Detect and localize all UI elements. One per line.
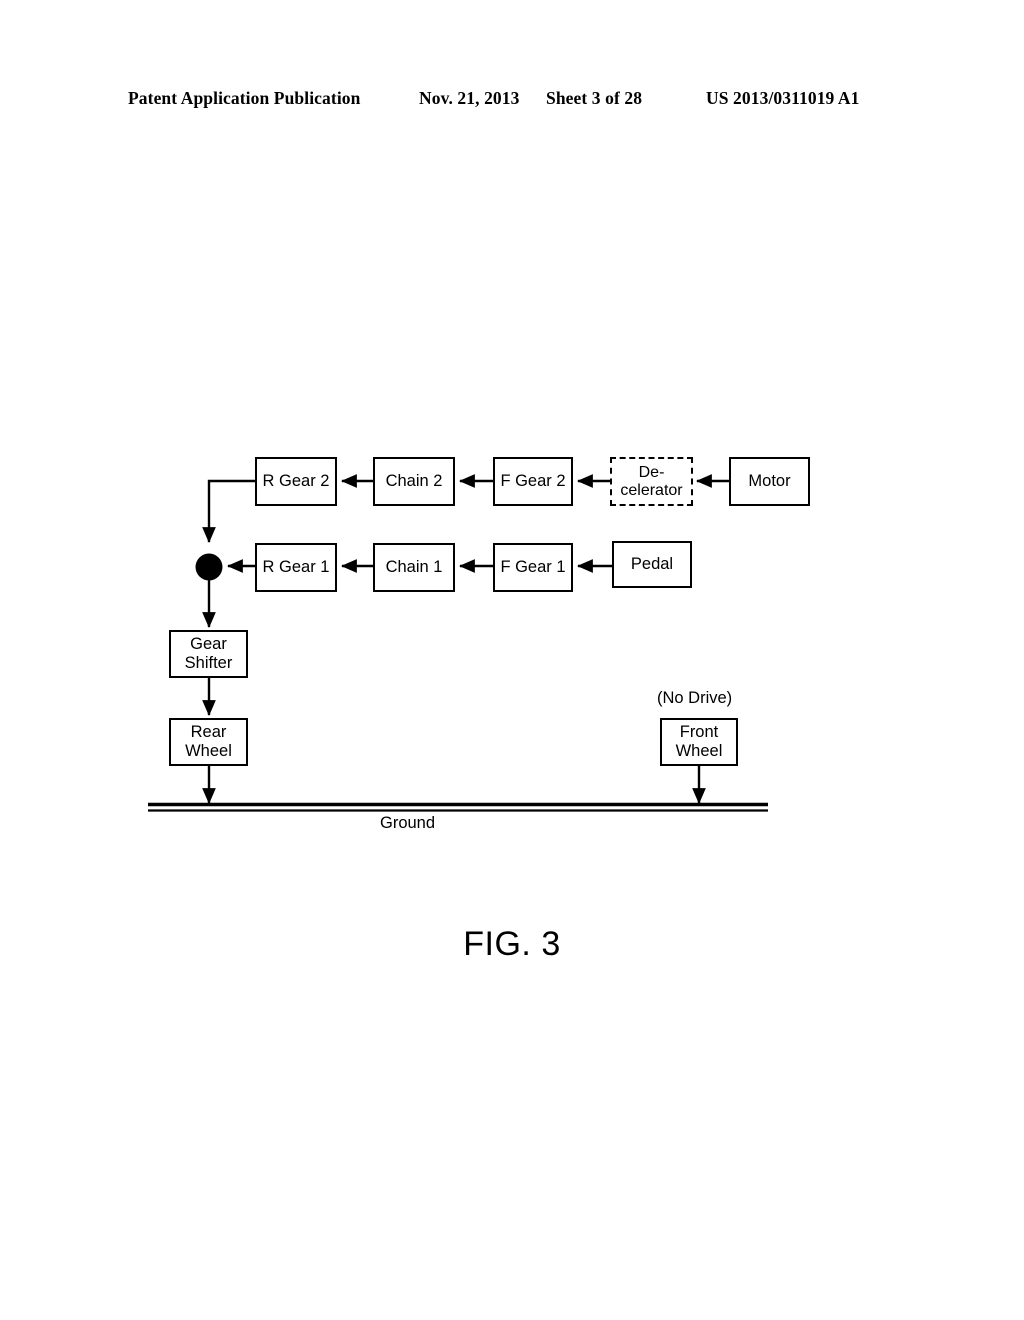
block-front-wheel-label-line2: Wheel [675, 742, 723, 760]
diagram-connectors [148, 474, 768, 812]
ground-label: Ground [380, 814, 436, 832]
figure-3-drivetrain-diagram: R Gear 2 Chain 2 F Gear 2 De- celerator … [0, 0, 1024, 1320]
block-gear-shifter-label-line2: Shifter [184, 654, 233, 672]
block-motor-label: Motor [748, 472, 791, 490]
block-decelerator-label: De- celerator [620, 464, 682, 500]
block-chain-1-label: Chain 1 [385, 558, 443, 576]
block-gear-shifter[interactable]: Gear Shifter [169, 630, 248, 678]
block-r-gear-1[interactable]: R Gear 1 [255, 543, 337, 592]
no-drive-annotation: (No Drive) [657, 689, 733, 707]
block-decelerator-label-line2: celerator [620, 481, 683, 499]
block-chain-2-label: Chain 2 [385, 472, 443, 490]
block-rear-wheel-label-line1: Rear [190, 723, 227, 741]
block-rear-wheel[interactable]: Rear Wheel [169, 718, 248, 766]
block-f-gear-1[interactable]: F Gear 1 [493, 543, 573, 592]
block-decelerator[interactable]: De- celerator [610, 457, 693, 506]
block-f-gear-1-label: F Gear 1 [500, 558, 566, 576]
block-front-wheel-label-line1: Front [679, 723, 719, 741]
block-r-gear-2-label: R Gear 2 [262, 472, 330, 490]
block-r-gear-2[interactable]: R Gear 2 [255, 457, 337, 506]
drive-junction-node [195, 553, 223, 581]
block-front-wheel-label: Front Wheel [676, 723, 723, 761]
block-gear-shifter-label: Gear Shifter [185, 635, 233, 673]
block-chain-2[interactable]: Chain 2 [373, 457, 455, 506]
block-front-wheel[interactable]: Front Wheel [660, 718, 738, 766]
block-pedal-label: Pedal [630, 555, 674, 573]
block-gear-shifter-label-line1: Gear [190, 635, 227, 653]
block-decelerator-label-line1: De- [638, 463, 665, 481]
block-f-gear-2-label: F Gear 2 [500, 472, 566, 490]
block-motor[interactable]: Motor [729, 457, 810, 506]
figure-caption: FIG. 3 [463, 925, 561, 963]
block-rear-wheel-label-line2: Wheel [185, 742, 232, 760]
block-rear-wheel-label: Rear Wheel [185, 723, 232, 761]
path-rgear2-to-junction [202, 479, 255, 543]
block-r-gear-1-label: R Gear 1 [262, 558, 330, 576]
block-chain-1[interactable]: Chain 1 [373, 543, 455, 592]
block-f-gear-2[interactable]: F Gear 2 [493, 457, 573, 506]
block-pedal[interactable]: Pedal [612, 541, 692, 588]
